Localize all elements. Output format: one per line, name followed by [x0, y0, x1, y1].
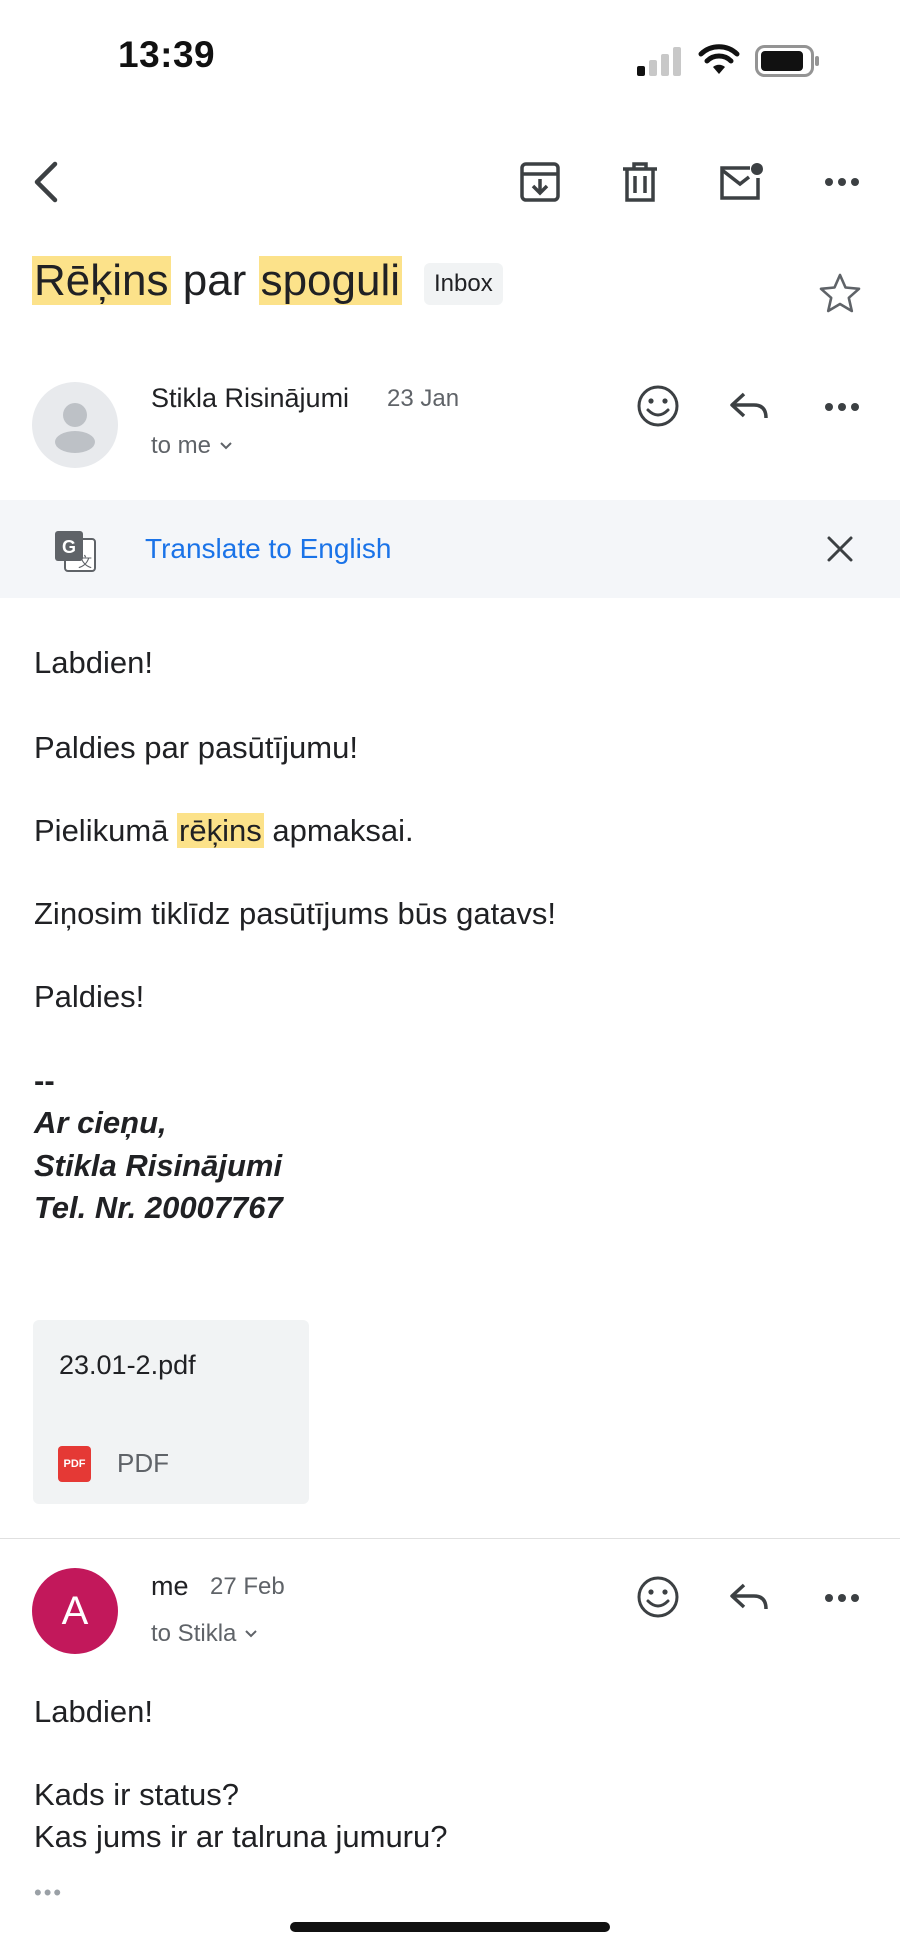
- emoji-icon: [636, 1575, 680, 1619]
- attachment-name: 23.01-2.pdf: [59, 1350, 196, 1380]
- sender-name: Stikla Risinājumi: [151, 383, 350, 413]
- archive-button[interactable]: [510, 152, 570, 212]
- message-date: 23 Jan: [387, 385, 460, 412]
- body-line: Ziņosim tiklīdz pasūtījums būs gatavs!: [34, 896, 557, 931]
- reply-icon: [728, 1581, 772, 1615]
- add-reaction-button[interactable]: [636, 384, 680, 428]
- back-button[interactable]: [16, 152, 76, 212]
- sender-avatar[interactable]: [32, 382, 118, 468]
- default-person-icon: [55, 403, 95, 453]
- attachment-type: PDF: [117, 1448, 169, 1478]
- subject-highlight: spoguli: [258, 256, 402, 305]
- back-arrow-icon: [31, 160, 61, 204]
- sender-name: me: [151, 1571, 189, 1601]
- more-horizontal-icon: [824, 1593, 860, 1603]
- home-indicator: [290, 1922, 610, 1932]
- recipients-toggle[interactable]: to me: [151, 432, 233, 460]
- signature-line: Ar cieņu,: [34, 1105, 167, 1140]
- star-button[interactable]: [818, 272, 862, 314]
- mark-unread-icon: [718, 162, 764, 202]
- subject-highlight: Rēķins: [32, 256, 171, 305]
- body-text: apmaksai.: [272, 813, 414, 848]
- email-subject: Rēķins par spoguli: [32, 252, 402, 310]
- body-line: Labdien!: [34, 645, 153, 680]
- more-horizontal-icon: [824, 402, 860, 412]
- signature-line: Stikla Risinājumi: [34, 1148, 283, 1183]
- translate-bar: [0, 500, 900, 598]
- chevron-down-icon: [244, 1629, 258, 1639]
- translate-link[interactable]: Translate to English: [145, 533, 391, 565]
- show-trimmed-content-button[interactable]: •••: [34, 1880, 63, 1906]
- reply-button[interactable]: [728, 1581, 772, 1615]
- wifi-icon: [698, 44, 740, 76]
- body-line: Labdien!: [34, 1694, 153, 1729]
- star-outline-icon: [818, 272, 862, 314]
- sender-avatar[interactable]: A: [32, 1568, 118, 1654]
- battery-icon: [755, 45, 821, 77]
- trash-icon: [621, 161, 659, 203]
- dismiss-translate-button[interactable]: [826, 535, 854, 563]
- svg-text:文: 文: [78, 554, 92, 570]
- body-line: Pielikumā rēķins apmaksai.: [34, 813, 414, 849]
- subject-word: par: [182, 256, 247, 305]
- delete-button[interactable]: [610, 152, 670, 212]
- signature-line: Tel. Nr. 20007767: [34, 1190, 283, 1225]
- status-time: 13:39: [118, 34, 216, 75]
- reply-button[interactable]: [728, 390, 772, 424]
- google-translate-icon: G 文: [53, 529, 97, 573]
- recipients-text: to Stikla: [151, 1620, 237, 1647]
- more-horizontal-icon: [824, 177, 860, 187]
- body-line: Kas jums ir ar talruna jumuru?: [34, 1819, 448, 1854]
- cellular-signal-icon: [637, 46, 685, 76]
- body-line: Paldies par pasūtījumu!: [34, 730, 358, 765]
- message-more-button[interactable]: [824, 1593, 860, 1603]
- signature-separator: --: [34, 1063, 55, 1098]
- message-date: 27 Feb: [210, 1573, 285, 1600]
- close-icon: [826, 535, 854, 563]
- recipients-toggle[interactable]: to Stikla: [151, 1620, 258, 1648]
- message-divider: [0, 1538, 900, 1539]
- add-reaction-button[interactable]: [636, 1575, 680, 1619]
- svg-text:G: G: [62, 537, 76, 557]
- body-line: Paldies!: [34, 979, 145, 1014]
- reply-icon: [728, 390, 772, 424]
- recipients-text: to me: [151, 432, 212, 459]
- inbox-label-chip[interactable]: Inbox: [424, 263, 503, 305]
- archive-icon: [519, 161, 561, 203]
- chevron-down-icon: [219, 441, 233, 451]
- emoji-icon: [636, 384, 680, 428]
- mark-unread-button[interactable]: [711, 152, 771, 212]
- pdf-file-icon: PDF: [58, 1446, 91, 1482]
- search-highlight: rēķins: [177, 813, 264, 848]
- message-more-button[interactable]: [824, 402, 860, 412]
- body-text: Pielikumā: [34, 813, 169, 848]
- body-line: Kads ir status?: [34, 1777, 240, 1812]
- more-options-button[interactable]: [812, 152, 872, 212]
